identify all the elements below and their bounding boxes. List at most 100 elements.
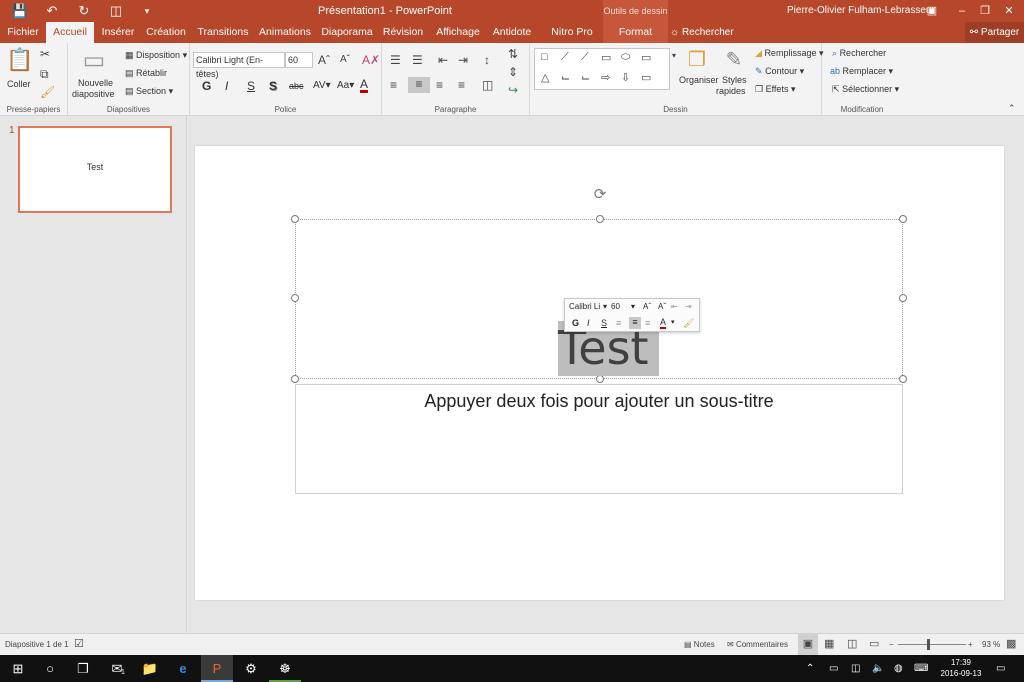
tray-expand-icon[interactable]: ⌃ bbox=[806, 655, 814, 682]
grow-font-icon[interactable]: Aˆ bbox=[318, 53, 330, 67]
new-slide-label-1[interactable]: Nouvelle bbox=[78, 78, 113, 88]
tab-format[interactable]: Format bbox=[603, 22, 668, 43]
increase-indent-icon[interactable]: ⇥ bbox=[458, 53, 468, 67]
right-arrow-shape-icon[interactable]: ⇨ bbox=[601, 71, 610, 84]
resize-handle-w[interactable] bbox=[291, 294, 299, 302]
tab-affichage[interactable]: Affichage bbox=[433, 22, 483, 43]
align-left-icon[interactable]: ≡ bbox=[390, 78, 397, 92]
tab-transitions[interactable]: Transitions bbox=[196, 22, 250, 43]
copy-icon[interactable]: ⧉ bbox=[40, 67, 49, 82]
collapse-ribbon-icon[interactable]: ⌃ bbox=[1008, 103, 1016, 114]
rotate-handle-icon[interactable]: ⟳ bbox=[593, 187, 607, 202]
mini-underline-button[interactable]: S bbox=[601, 318, 607, 328]
smartart-icon[interactable]: ↪ bbox=[508, 83, 518, 97]
cortana-icon[interactable]: ○ bbox=[34, 655, 66, 682]
paste-button[interactable]: Coller bbox=[7, 79, 31, 89]
elbow-arrow-shape-icon[interactable]: ⌙ bbox=[581, 71, 590, 84]
windows-start-icon[interactable]: ⊞ bbox=[2, 655, 34, 682]
powerpoint-taskbar-icon[interactable]: P bbox=[201, 655, 233, 682]
font-name-combo[interactable]: Calibri Light (En-têtes) bbox=[193, 52, 285, 79]
callout-shape-icon[interactable]: ▭ bbox=[641, 71, 651, 84]
mail-icon[interactable]: ✉ 1 bbox=[101, 655, 133, 682]
change-case-button[interactable]: Aa▾ bbox=[337, 80, 354, 91]
tray-battery-icon[interactable]: ◫ bbox=[851, 655, 860, 682]
tray-app-icon[interactable]: ▭ bbox=[829, 655, 838, 682]
action-center-icon[interactable]: ▭ bbox=[996, 655, 1005, 682]
share-button[interactable]: ⚯ Partager bbox=[965, 22, 1024, 43]
rectangle-shape-icon[interactable]: ▭ bbox=[601, 51, 611, 64]
keyboard-icon[interactable]: ⌨ bbox=[914, 655, 928, 682]
resize-handle-nw[interactable] bbox=[291, 215, 299, 223]
resize-handle-se[interactable] bbox=[899, 375, 907, 383]
tell-me-search[interactable]: ☼ Rechercher bbox=[670, 22, 734, 43]
normal-view-icon[interactable]: ▣ bbox=[798, 634, 818, 655]
resize-handle-n[interactable] bbox=[596, 215, 604, 223]
subtitle-placeholder[interactable]: Appuyer deux fois pour ajouter un sous-t… bbox=[295, 384, 903, 494]
reading-view-icon[interactable]: ◫ bbox=[847, 634, 857, 655]
align-text-icon[interactable]: ⇕ bbox=[508, 65, 518, 79]
task-view-icon[interactable]: ❐ bbox=[67, 655, 99, 682]
section-button[interactable]: ▤ Section ▾ bbox=[125, 86, 173, 97]
arrow-line-shape-icon[interactable]: ⟋ bbox=[581, 51, 589, 64]
shape-effects-button[interactable]: ❐ Effets ▾ bbox=[755, 84, 795, 95]
shrink-font-icon[interactable]: Aˇ bbox=[340, 54, 350, 65]
zoom-slider-track[interactable] bbox=[898, 644, 966, 645]
spelling-check-icon[interactable]: ☑ bbox=[74, 634, 84, 655]
tab-inserer[interactable]: Insérer bbox=[96, 22, 140, 43]
mini-italic-button[interactable]: I bbox=[587, 318, 590, 328]
zoom-slider-thumb[interactable] bbox=[927, 639, 930, 650]
quick-styles-label-2[interactable]: rapides bbox=[716, 86, 746, 96]
network-icon[interactable]: ◍ bbox=[894, 655, 903, 682]
replace-button[interactable]: ab Remplacer ▾ bbox=[830, 66, 893, 77]
triangle-shape-icon[interactable]: △ bbox=[541, 71, 549, 84]
shape-outline-button[interactable]: ✎ Contour ▾ bbox=[755, 66, 804, 77]
strikethrough-button[interactable]: abc bbox=[289, 81, 304, 91]
mini-align-left-icon[interactable]: ≡ bbox=[616, 318, 621, 328]
slide-canvas[interactable]: ⟳ Test Appuyer deux fois pour ajouter un… bbox=[195, 146, 1004, 600]
clear-formatting-icon[interactable]: A✗ bbox=[362, 53, 380, 67]
textbox-shape-icon[interactable]: □ bbox=[541, 51, 548, 63]
zoom-out-icon[interactable]: − bbox=[889, 634, 894, 655]
slideshow-view-icon[interactable]: ▭ bbox=[869, 634, 879, 655]
mini-font-dropdown-icon[interactable]: ▾ bbox=[603, 302, 607, 311]
mini-grow-font-icon[interactable]: Aˆ bbox=[643, 302, 651, 311]
decrease-indent-icon[interactable]: ⇤ bbox=[438, 53, 448, 67]
new-slide-icon[interactable]: ▭ bbox=[80, 46, 108, 74]
mini-font-name[interactable]: Calibri Li bbox=[569, 302, 600, 311]
tab-animations[interactable]: Animations bbox=[257, 22, 313, 43]
comments-button[interactable]: ✉ Commentaires bbox=[727, 634, 788, 655]
ribbon-display-icon[interactable]: ▣ bbox=[917, 0, 947, 22]
resize-handle-sw[interactable] bbox=[291, 375, 299, 383]
shapes-gallery[interactable]: □ ⟋ ⟋ ▭ ⬭ ▭ △ ⌙ ⌙ ⇨ ⇩ ▭ bbox=[534, 48, 670, 90]
char-spacing-button[interactable]: AV▾ bbox=[313, 80, 331, 91]
mini-font-size[interactable]: 60 bbox=[611, 302, 620, 311]
app-taskbar-icon[interactable]: ☸ bbox=[269, 655, 301, 682]
new-slide-label-2[interactable]: diapositive bbox=[72, 89, 115, 99]
layout-button[interactable]: ▦ Disposition ▾ bbox=[125, 50, 187, 61]
tab-nitro[interactable]: Nitro Pro 10 bbox=[544, 22, 600, 59]
tab-accueil[interactable]: Accueil bbox=[46, 22, 94, 43]
text-direction-icon[interactable]: ⇅ bbox=[508, 47, 518, 61]
elbow-connector-shape-icon[interactable]: ⌙ bbox=[561, 71, 570, 84]
notes-button[interactable]: ▤ Notes bbox=[684, 634, 715, 655]
select-button[interactable]: ⇱ Sélectionner ▾ bbox=[832, 84, 899, 95]
find-button[interactable]: ⌕ Rechercher bbox=[832, 48, 886, 59]
font-color-button[interactable]: A bbox=[360, 78, 369, 93]
tab-diaporama[interactable]: Diaporama bbox=[320, 22, 374, 43]
volume-icon[interactable]: 🔈 bbox=[872, 655, 884, 682]
fit-slide-icon[interactable]: ▩ bbox=[1006, 634, 1016, 655]
mini-size-dropdown-icon[interactable]: ▾ bbox=[631, 302, 635, 311]
underline-button[interactable]: S bbox=[247, 79, 255, 93]
taskbar-clock[interactable]: 17:39 2016-09-13 bbox=[932, 657, 990, 679]
align-right-icon[interactable]: ≡ bbox=[436, 78, 443, 92]
mini-bold-button[interactable]: G bbox=[572, 318, 579, 328]
mini-align-center-icon[interactable]: ≡ bbox=[629, 317, 641, 329]
resize-handle-e[interactable] bbox=[899, 294, 907, 302]
mini-shrink-font-icon[interactable]: Aˇ bbox=[658, 302, 666, 311]
rounded-rect-shape-icon[interactable]: ▭ bbox=[641, 51, 651, 64]
settings-icon[interactable]: ⚙ bbox=[235, 655, 267, 682]
bold-button[interactable]: G bbox=[202, 79, 211, 93]
font-size-combo[interactable]: 60 bbox=[285, 52, 313, 68]
down-arrow-shape-icon[interactable]: ⇩ bbox=[621, 71, 630, 84]
mini-align-right-icon[interactable]: ≡ bbox=[645, 318, 650, 328]
